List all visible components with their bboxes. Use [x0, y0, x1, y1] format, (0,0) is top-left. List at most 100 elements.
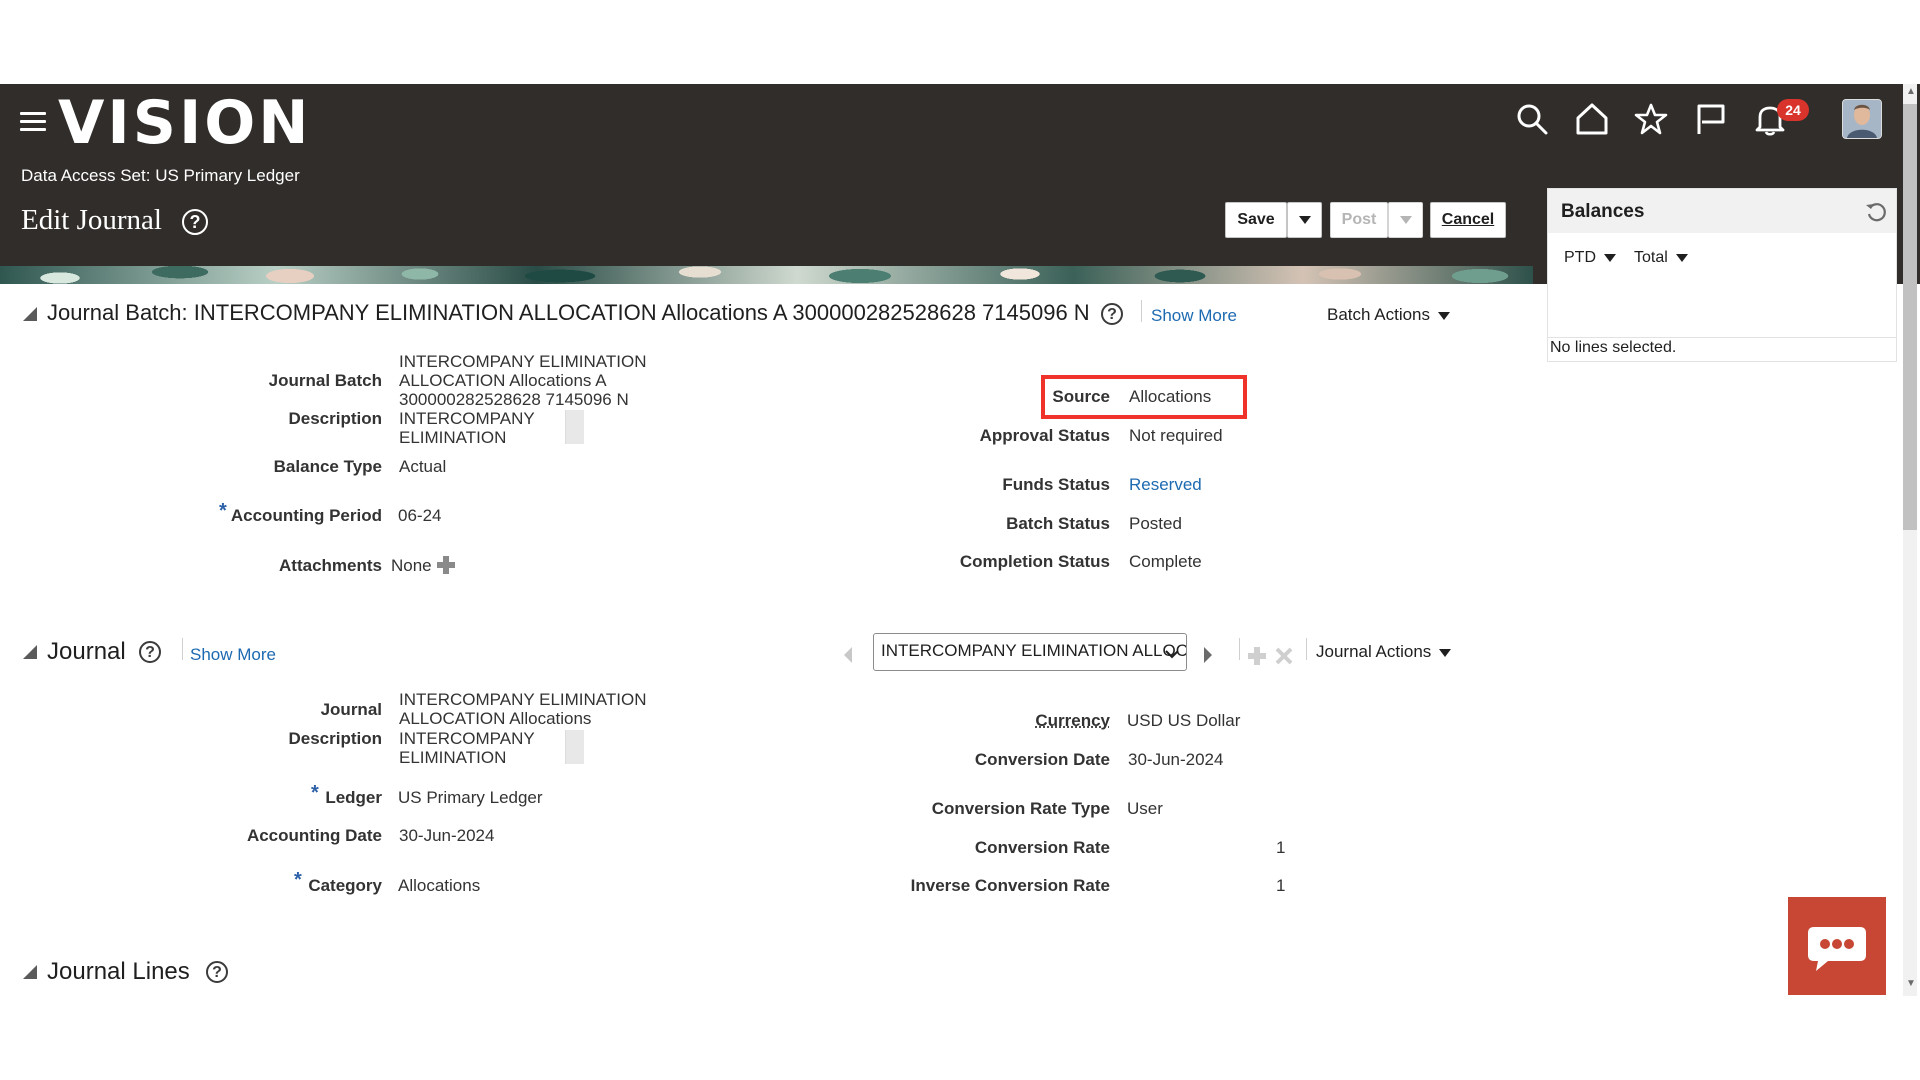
chevron-down-icon: [1165, 650, 1179, 659]
approval-status-label: Approval Status: [979, 426, 1110, 445]
collapse-triangle-icon[interactable]: [23, 645, 37, 659]
journal-label: Journal: [320, 700, 382, 719]
chat-icon: [1808, 927, 1866, 971]
vision-logo[interactable]: VISION: [58, 86, 312, 160]
page-title: Edit Journal: [21, 204, 162, 236]
balance-type-label: Balance Type: [273, 457, 382, 476]
journal-section-title: Journal: [47, 638, 126, 665]
save-button[interactable]: Save: [1225, 202, 1287, 238]
star-icon[interactable]: [1634, 102, 1668, 136]
source-label: Source: [1052, 387, 1110, 406]
next-journal-icon[interactable]: [1202, 646, 1214, 664]
balance-type-value: Actual: [399, 457, 447, 476]
help-icon[interactable]: ?: [206, 961, 228, 983]
completion-status-value: Complete: [1129, 552, 1202, 571]
textarea-resize-handle[interactable]: [565, 730, 584, 764]
journal-show-more-link[interactable]: Show More: [190, 645, 276, 665]
chevron-down-icon: [1298, 216, 1311, 224]
completion-status-label: Completion Status: [959, 552, 1110, 571]
batch-description-label: Description: [288, 409, 382, 428]
chevron-down-icon: [1675, 253, 1688, 262]
collapse-triangle-icon[interactable]: [23, 965, 37, 979]
journal-batch-value: INTERCOMPANY ELIMINATION ALLOCATION Allo…: [399, 352, 647, 409]
funds-status-link[interactable]: Reserved: [1129, 475, 1202, 495]
journal-select-value: INTERCOMPANY ELIMINATION ALLOCATION Allo…: [881, 641, 1187, 660]
total-dropdown[interactable]: Total: [1634, 249, 1688, 267]
divider: [1306, 638, 1307, 660]
funds-status-label: Funds Status: [1002, 475, 1110, 494]
scroll-down-icon[interactable]: ▼: [1906, 978, 1916, 989]
ledger-value: US Primary Ledger: [398, 788, 543, 807]
source-value: Allocations: [1129, 387, 1212, 406]
user-avatar[interactable]: [1842, 99, 1882, 139]
flag-icon[interactable]: [1694, 102, 1728, 136]
data-access-set[interactable]: Data Access Set: US Primary Ledger: [21, 166, 300, 186]
refresh-icon[interactable]: [1865, 201, 1887, 223]
chevron-down-icon: [1439, 648, 1452, 657]
divider: [1548, 337, 1896, 338]
batch-status-label: Batch Status: [1006, 514, 1110, 533]
journal-batch-title: Journal Batch: INTERCOMPANY ELIMINATION …: [47, 300, 1090, 325]
previous-journal-icon[interactable]: [842, 646, 854, 664]
journal-select[interactable]: INTERCOMPANY ELIMINATION ALLOCATION Allo…: [873, 633, 1187, 671]
attachments-label: Attachments: [279, 556, 382, 575]
currency-value: USD US Dollar: [1127, 711, 1241, 730]
category-value: Allocations: [398, 876, 481, 895]
divider: [1141, 300, 1142, 322]
inverse-conversion-rate-value: 1: [1276, 876, 1286, 895]
scrollbar-thumb[interactable]: [1903, 104, 1917, 530]
accounting-period-value: 06-24: [398, 506, 442, 525]
scroll-up-icon[interactable]: ▲: [1906, 86, 1916, 97]
attachments-value: None: [391, 556, 432, 575]
chevron-down-icon: [1604, 253, 1616, 262]
chat-assistant-button[interactable]: [1788, 897, 1886, 995]
balances-panel: Balances PTD Total No lines selected.: [1547, 188, 1897, 362]
batch-actions-menu[interactable]: Batch Actions: [1327, 305, 1451, 325]
search-icon[interactable]: [1515, 102, 1549, 136]
batch-actions-label: Batch Actions: [1327, 305, 1431, 324]
approval-status-value: Not required: [1129, 426, 1223, 445]
journal-description-textarea[interactable]: INTERCOMPANY ELIMINATION: [399, 729, 549, 767]
collapse-triangle-icon[interactable]: [23, 307, 37, 321]
help-icon[interactable]: ?: [182, 209, 208, 235]
accounting-date-value: 30-Jun-2024: [399, 826, 495, 845]
conversion-rate-type-label: Conversion Rate Type: [931, 799, 1110, 818]
journal-lines-title: Journal Lines: [47, 958, 190, 985]
help-icon[interactable]: ?: [139, 641, 161, 663]
ledger-label: Ledger: [325, 788, 382, 807]
delete-journal-icon[interactable]: [1274, 646, 1294, 666]
home-icon[interactable]: [1575, 102, 1609, 136]
journal-actions-label: Journal Actions: [1316, 642, 1432, 661]
post-button[interactable]: Post: [1330, 202, 1388, 238]
batch-status-value: Posted: [1129, 514, 1182, 533]
data-access-set-value: US Primary Ledger: [155, 166, 300, 185]
category-label: Category: [308, 876, 382, 895]
save-menu-button[interactable]: [1287, 202, 1322, 238]
data-access-set-label: Data Access Set:: [21, 166, 151, 185]
batch-show-more-link[interactable]: Show More: [1151, 306, 1237, 326]
add-journal-icon[interactable]: [1247, 646, 1267, 666]
notification-count-badge: 24: [1777, 99, 1809, 121]
textarea-resize-handle[interactable]: [565, 410, 584, 444]
journal-actions-menu[interactable]: Journal Actions: [1316, 642, 1452, 662]
currency-label: Currency: [1035, 711, 1110, 730]
help-icon[interactable]: ?: [1101, 303, 1123, 325]
ptd-label: PTD: [1564, 249, 1596, 266]
chevron-down-icon: [1399, 216, 1412, 224]
hamburger-menu-icon[interactable]: [20, 112, 46, 132]
total-label: Total: [1634, 249, 1668, 266]
accounting-date-label: Accounting Date: [246, 826, 382, 845]
add-attachment-icon[interactable]: [436, 555, 456, 575]
cancel-button[interactable]: Cancel: [1430, 202, 1506, 238]
accounting-period-label: Accounting Period: [230, 506, 382, 525]
user-photo: [1843, 100, 1881, 138]
conversion-rate-value: 1: [1276, 838, 1286, 857]
conversion-date-label: Conversion Date: [974, 750, 1110, 769]
journal-description-label: Description: [288, 729, 382, 748]
journal-batch-label: Journal Batch: [268, 371, 382, 390]
batch-description-textarea[interactable]: INTERCOMPANY ELIMINATION: [399, 409, 549, 447]
divider: [1239, 638, 1240, 660]
ptd-dropdown[interactable]: PTD: [1564, 249, 1616, 267]
journal-name-value: INTERCOMPANY ELIMINATION ALLOCATION Allo…: [399, 690, 647, 728]
post-menu-button[interactable]: [1388, 202, 1423, 238]
